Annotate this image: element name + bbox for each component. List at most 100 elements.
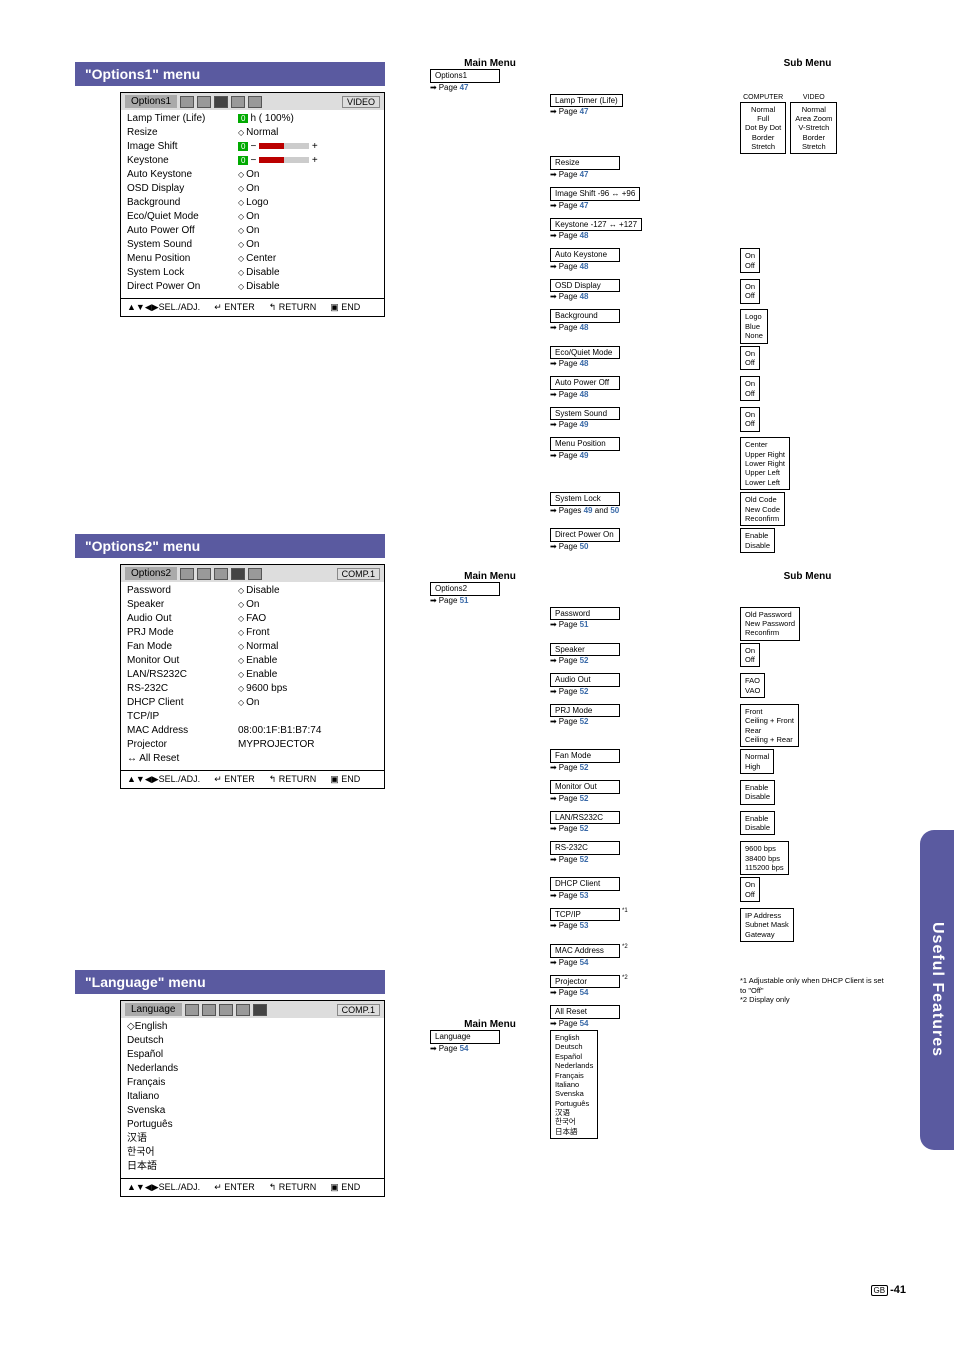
osd-row-label: Nederlands [127, 1062, 232, 1076]
page: "Options1" menu "Options2" menu "Languag… [0, 0, 954, 1346]
osd-header: Options1 VIDEO [121, 93, 384, 110]
tree-item-box: PRJ Mode [550, 704, 620, 718]
osd-nav-icon [248, 96, 262, 108]
footer-return: ↰ RETURN [269, 1182, 317, 1193]
osd-row-value: Enable [238, 654, 277, 668]
footer-end: ▣ END [330, 1182, 360, 1193]
page-ref: Page 48 [550, 323, 740, 332]
osd-nav-icon-active [214, 96, 228, 108]
osd-row: Fan ModeNormal [127, 640, 378, 654]
osd-nav-icon [236, 1004, 250, 1016]
osd-row: Eco/Quiet ModeOn [127, 210, 378, 224]
osd-row-value: Disable [238, 584, 280, 598]
osd-row: TCP/IP [127, 710, 378, 724]
region-badge: GB [871, 1285, 889, 1296]
osd-row: ◇English [127, 1020, 378, 1034]
osd-row-label: PRJ Mode [127, 626, 232, 640]
osd-row-label: Lamp Timer (Life) [127, 112, 232, 126]
footer-sel: ▲▼◀▶SEL./ADJ. [127, 1182, 200, 1193]
osd-footer: ▲▼◀▶SEL./ADJ. ↵ ENTER ↰ RETURN ▣ END [121, 1178, 384, 1196]
tree-sub-box: OnOff [740, 279, 760, 304]
page-ref: Page 52 [550, 794, 740, 803]
tree-item-box: LAN/RS232C [550, 811, 620, 825]
tree-sub-box: Old PasswordNew PasswordReconfirm [740, 607, 800, 641]
osd-nav-icon [214, 568, 228, 580]
osd-row-label: LAN/RS232C [127, 668, 232, 682]
tree-row: SpeakerPage 52OnOff [430, 643, 875, 672]
sub-menu-label: Sub Menu [740, 571, 875, 582]
tree-sub-box: NormalHigh [740, 749, 774, 774]
tree-sub-box: OnOff [740, 346, 760, 371]
page-ref: Page 47 [550, 201, 740, 210]
osd-input-badge: VIDEO [342, 96, 380, 108]
footer-end: ▣ END [330, 774, 360, 785]
osd-row: Svenska [127, 1104, 378, 1118]
osd-row-value: Front [238, 626, 270, 640]
osd-nav-icon [180, 96, 194, 108]
page-ref: Page 52 [550, 855, 740, 864]
osd-header: Language COMP.1 [121, 1001, 384, 1018]
tree-sub-box: OnOff [740, 376, 760, 401]
main-menu-label: Main Menu [430, 571, 550, 582]
tree-sub-box: FrontCeiling + FrontRearCeiling + Rear [740, 704, 799, 748]
tree-item-box: Audio Out [550, 673, 620, 687]
osd-row-value: Normal [238, 126, 278, 140]
osd-row-label: Deutsch [127, 1034, 232, 1048]
osd-row-label: Image Shift [127, 140, 232, 154]
osd-options2-box: Options2 COMP.1 PasswordDisableSpeakerOn… [120, 564, 385, 789]
osd-row-label: Background [127, 196, 232, 210]
page-ref: Page 52 [550, 687, 740, 696]
footer-sel: ▲▼◀▶SEL./ADJ. [127, 302, 200, 313]
tree-sub-box: NormalFullDot By DotBorderStretch [740, 102, 786, 155]
osd-row: Français [127, 1076, 378, 1090]
osd-nav-icon-active [253, 1004, 267, 1016]
page-ref: Page 48 [550, 292, 740, 301]
osd-row-label: 한국어 [127, 1146, 232, 1160]
osd-row-value: 0h ( 100%) [238, 112, 294, 126]
osd-row: SpeakerOn [127, 598, 378, 612]
tree-sub-box: EnableDisable [740, 780, 775, 805]
osd-row-label: MAC Address [127, 724, 232, 738]
osd-row-value: On [238, 182, 260, 196]
tree-row: ResizePage 47 [430, 156, 875, 185]
osd-row-value: Disable [238, 266, 280, 280]
osd-row-value: 0− + [238, 140, 318, 154]
footer-enter: ↵ ENTER [214, 774, 255, 785]
section-language-header: "Language" menu [75, 970, 385, 994]
tree-sub-box: 9600 bps38400 bps115200 bps [740, 841, 789, 875]
osd-row-value: On [238, 210, 260, 224]
tree-item-box: TCP/IP [550, 908, 620, 922]
osd-row: LAN/RS232C Enable [127, 668, 378, 682]
tree-sub-box: FAOVAO [740, 673, 765, 698]
tree-row: TCP/IP*1Page 53IP AddressSubnet MaskGate… [430, 908, 875, 942]
tree-row: Eco/Quiet ModePage 48OnOff [430, 346, 875, 375]
page-ref: Page 47 [430, 83, 550, 92]
tree-item-box: Keystone -127 ↔ +127 [550, 218, 642, 232]
osd-nav-icon-active [231, 568, 245, 580]
page-ref: Page 52 [550, 824, 740, 833]
page-ref: Page 51 [430, 596, 550, 605]
osd-row: OSD DisplayOn [127, 182, 378, 196]
osd-body: ◇EnglishDeutschEspañolNederlandsFrançais… [121, 1018, 384, 1178]
tree-item-box: Image Shift -96 ↔ +96 [550, 187, 640, 201]
page-ref: Page 53 [550, 891, 740, 900]
osd-row: Monitor OutEnable [127, 654, 378, 668]
tree-item-box: DHCP Client [550, 877, 620, 891]
tree-sub-box: Old CodeNew CodeReconfirm [740, 492, 785, 526]
osd-row-value: Enable [238, 668, 277, 682]
osd-row-label: System Lock [127, 266, 232, 280]
page-ref: Page 51 [550, 620, 740, 629]
tree-row: Image Shift -96 ↔ +96Page 47 [430, 187, 875, 216]
osd-row-label: RS-232C [127, 682, 232, 696]
osd-row: Español [127, 1048, 378, 1062]
page-ref: Page 48 [550, 262, 740, 271]
osd-row-label: Speaker [127, 598, 232, 612]
page-ref: Page 52 [550, 763, 740, 772]
osd-nav-icon [197, 96, 211, 108]
osd-nav-icon [185, 1004, 199, 1016]
main-menu-label: Main Menu [430, 1019, 550, 1030]
osd-row: BackgroundLogo [127, 196, 378, 210]
osd-row: PasswordDisable [127, 584, 378, 598]
tree-item-box: MAC Address [550, 944, 620, 958]
page-ref: Page 47 [550, 107, 740, 116]
